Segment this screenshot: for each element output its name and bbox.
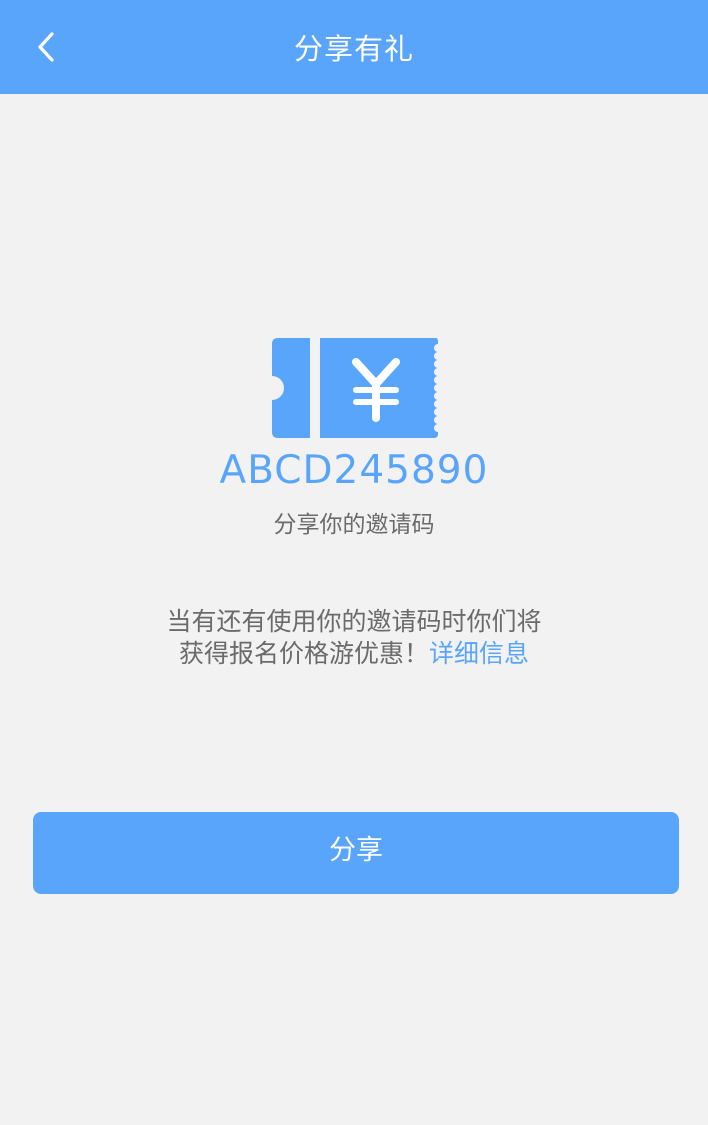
header-bar: 分享有礼: [0, 0, 708, 94]
reward-description-line2: 获得报名价格游优惠！: [178, 639, 429, 668]
details-link[interactable]: 详细信息: [429, 639, 529, 668]
invite-code-caption: 分享你的邀请码: [273, 512, 435, 538]
reward-description: 当有还有使用你的邀请码时你们将 获得报名价格游优惠！详细信息: [0, 606, 708, 670]
page-title: 分享有礼: [293, 32, 414, 66]
reward-description-line1: 当有还有使用你的邀请码时你们将: [166, 607, 542, 636]
invite-code: ABCD245890: [219, 448, 489, 493]
share-button[interactable]: 分享: [33, 812, 679, 894]
yen-ticket-icon: [272, 338, 438, 438]
